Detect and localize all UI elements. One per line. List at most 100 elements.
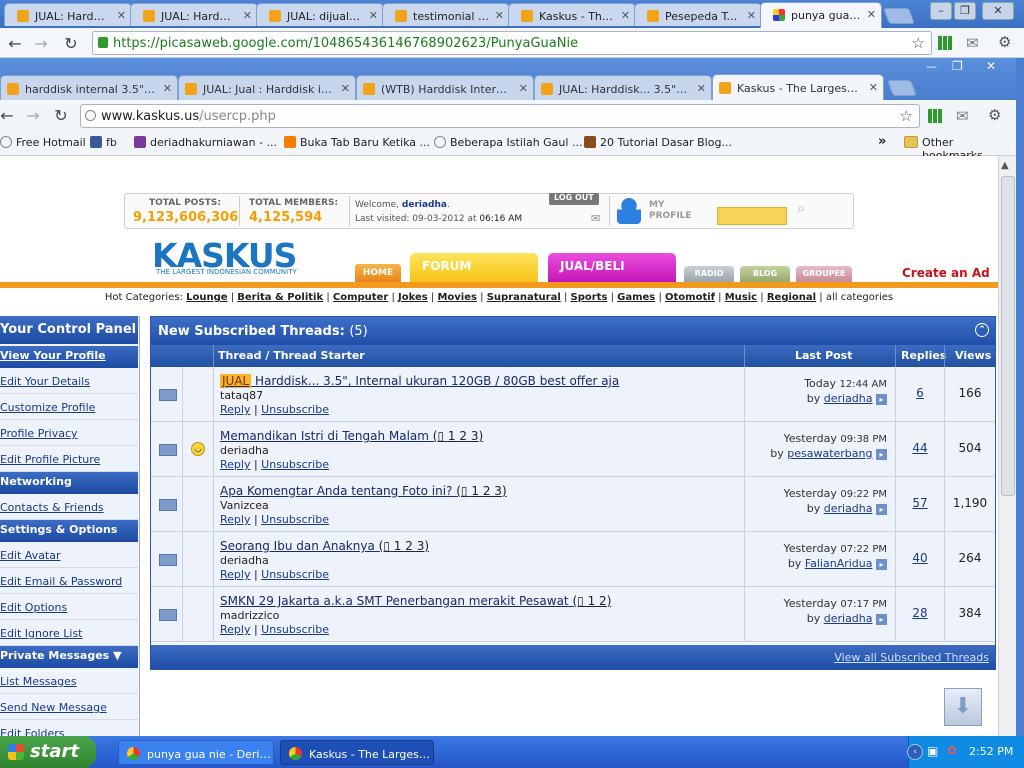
view-all-subscribed-link[interactable]: View all Subscribed Threads [834,651,989,664]
category-link[interactable]: Music [725,292,757,303]
nav-home[interactable]: HOME [355,264,401,282]
close-icon[interactable]: ✕ [697,82,706,95]
new-tab-button[interactable] [883,8,915,24]
column-replies[interactable]: Replies [901,349,946,362]
taskbar-item[interactable]: punya gua nie - Deri ... [118,740,274,765]
thread-title-link[interactable]: Memandikan Istri di Tengah Malam (▯ 1 2 … [220,429,483,443]
close-icon[interactable]: ✕ [243,9,252,22]
category-link[interactable]: Otomotif [665,292,715,303]
new-tab-button[interactable] [887,80,917,96]
close-icon[interactable]: ✕ [163,82,172,95]
page-link[interactable]: 3 [471,429,479,443]
sidebar-item-edit-folders[interactable]: Edit Folders [0,720,138,736]
replies-count[interactable]: 40 [897,551,943,565]
reply-link[interactable]: Reply [220,568,250,581]
my-profile-link[interactable]: MY PROFILE [649,200,692,222]
sidebar-item-edit-details[interactable]: Edit Your Details [0,368,138,394]
bookmark-fb[interactable]: fb [90,136,117,149]
flag-icon[interactable]: ✿ [947,743,957,757]
star-icon[interactable]: ☆ [900,107,913,125]
replies-count[interactable]: 28 [897,606,943,620]
search-icon[interactable]: ⌕ [797,199,805,217]
category-link[interactable]: Games [617,292,655,303]
forward-icon[interactable]: → [30,33,52,55]
sidebar-item-edit-profile-picture[interactable]: Edit Profile Picture [0,446,138,472]
page-link[interactable]: 3 [417,539,425,553]
thread-title-link[interactable]: JUAL Harddisk... 3.5", Internal ukuran 1… [220,374,619,388]
sidebar-header-private-messages[interactable]: Private Messages ▼ [0,646,138,668]
signal-icon[interactable] [928,109,942,123]
close-icon[interactable]: ✕ [621,9,630,22]
bookmark-deriadhakurniawan[interactable]: deriadhakurniawan - ... [134,136,277,149]
inner-tab[interactable]: JUAL: Harddisk... 3.5", Inte ✕ [534,75,712,100]
last-poster-link[interactable]: pesawaterbang [787,447,872,460]
bookmark-buka-tab[interactable]: Buka Tab Baru Ketika ... [284,136,430,149]
profile-avatar-icon[interactable] [617,198,641,224]
back-icon[interactable]: ← [4,33,26,55]
close-icon[interactable]: ✕ [867,8,876,21]
replies-count[interactable]: 44 [897,441,943,455]
page-link[interactable]: 3 [494,484,502,498]
bookmark-free-hotmail[interactable]: Free Hotmail [0,136,86,149]
last-poster-link[interactable]: deriadha [824,392,873,405]
gmail-icon[interactable]: ✉ [956,107,969,125]
unsubscribe-link[interactable]: Unsubscribe [261,403,329,416]
wrench-icon[interactable]: ⚙ [998,33,1011,51]
unsubscribe-link[interactable]: Unsubscribe [261,513,329,526]
unsubscribe-link[interactable]: Unsubscribe [261,568,329,581]
username-link[interactable]: deriadha [402,200,447,210]
close-icon[interactable]: ✕ [369,9,378,22]
sidebar-item-customize-profile[interactable]: Customize Profile [0,394,138,420]
sidebar-item-edit-ignore-list[interactable]: Edit Ignore List [0,620,138,646]
search-input[interactable] [717,207,787,225]
close-icon[interactable]: ✕ [747,9,756,22]
mail-icon[interactable]: ✉ [591,212,600,225]
maximize-button[interactable]: ❐ [954,2,976,20]
inner-maximize-button[interactable]: ❐ [952,59,963,73]
nav-groupee[interactable]: GROUPEE [796,266,852,282]
category-link[interactable]: Lounge [186,292,227,303]
sidebar-item-edit-email-password[interactable]: Edit Email & Password [0,568,138,594]
inner-tab[interactable]: harddisk internal 3.5" SATA ✕ [0,75,178,100]
column-thread[interactable]: Thread / Thread Starter [218,349,365,362]
outer-tab[interactable]: JUAL: Harddisk ✕ [4,3,132,26]
close-icon[interactable]: ✕ [341,82,350,95]
sidebar-header-view-profile[interactable]: View Your Profile [0,346,138,368]
reply-link[interactable]: Reply [220,403,250,416]
goto-last-post-icon[interactable]: ▸ [876,614,887,625]
category-link[interactable]: Jokes [398,292,428,303]
last-poster-link[interactable]: FalianAridua [805,557,873,570]
page-link[interactable]: 1 [394,539,402,553]
reply-link[interactable]: Reply [220,623,250,636]
nav-jual-beli[interactable]: JUAL/BELI [548,253,676,282]
star-icon[interactable]: ☆ [912,34,925,52]
outer-tab[interactable]: Kaskus - The La ✕ [508,3,636,26]
replies-count[interactable]: 57 [897,496,943,510]
last-poster-link[interactable]: deriadha [824,502,873,515]
page-link[interactable]: 2 [483,484,491,498]
outer-tab[interactable]: JUAL: dijual har ✕ [256,3,384,26]
signal-icon[interactable] [938,36,952,50]
start-button[interactable]: start [0,736,96,768]
nav-forum[interactable]: FORUM [410,253,538,282]
wrench-icon[interactable]: ⚙ [988,106,1001,124]
all-categories-link[interactable]: all categories [826,292,893,303]
unsubscribe-link[interactable]: Unsubscribe [261,458,329,471]
collapse-icon[interactable]: ⌃ [975,323,989,337]
inner-tab[interactable]: (WTB) Harddisk Internal 80 ✕ [356,75,534,100]
tray-expand-icon[interactable]: ‹ [907,744,923,760]
inner-tab[interactable]: JUAL: Jual : Harddisk intern ✕ [178,75,356,100]
category-link[interactable]: Regional [767,292,816,303]
inner-close-button[interactable]: ✕ [986,59,996,73]
reload-icon[interactable]: ↻ [60,33,82,55]
bookmark-istilah-gaul[interactable]: Beberapa Istilah Gaul ... [434,136,582,149]
scroll-down-button[interactable]: ⬇ [944,688,982,726]
back-icon[interactable]: ← [0,105,18,127]
reply-link[interactable]: Reply [220,513,250,526]
bookmark-tutorial-blog[interactable]: 20 Tutorial Dasar Blog... [584,136,732,149]
nav-radio[interactable]: RADIO [684,266,734,282]
reply-link[interactable]: Reply [220,458,250,471]
category-link[interactable]: Sports [571,292,608,303]
close-icon[interactable]: ✕ [869,81,878,94]
sidebar-item-contacts-friends[interactable]: Contacts & Friends [0,494,138,520]
